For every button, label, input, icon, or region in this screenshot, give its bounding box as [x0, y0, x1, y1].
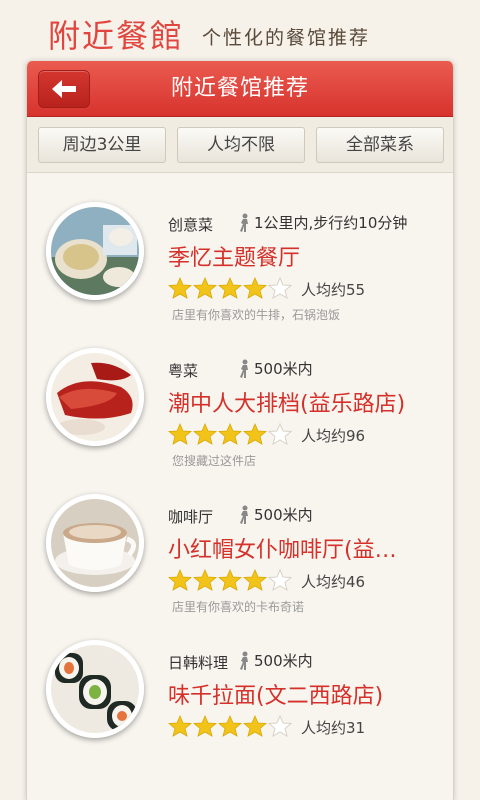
banner-subtitle: 个性化的餐馆推荐 — [202, 27, 371, 49]
restaurant-category: 咖啡厅 — [168, 508, 214, 526]
restaurant-thumbnail — [46, 494, 144, 592]
star-filled-icon — [218, 715, 242, 737]
restaurant-distance: 500米内 — [237, 504, 313, 525]
average-price: 人均约31 — [301, 719, 366, 737]
star-filled-icon — [193, 277, 217, 299]
star-filled-icon — [168, 715, 192, 737]
star-filled-icon — [168, 569, 192, 591]
star-filled-icon — [243, 569, 267, 591]
walking-icon — [240, 651, 248, 670]
restaurant-distance: 500米内 — [237, 650, 313, 671]
restaurant-category: 创意菜 — [168, 216, 214, 234]
star-empty-icon — [268, 569, 292, 591]
star-filled-icon — [168, 277, 192, 299]
page-title: 附近餐馆推荐 — [170, 76, 309, 101]
star-filled-icon — [168, 423, 192, 445]
star-filled-icon — [193, 423, 217, 445]
restaurant-name[interactable]: 小红帽女仆咖啡厅(益… — [168, 532, 397, 564]
average-price: 人均约46 — [301, 573, 366, 591]
rating-stars — [168, 569, 293, 591]
title-bar: 附近餐馆推荐 — [27, 61, 453, 117]
walking-icon — [240, 359, 248, 378]
star-filled-icon — [218, 277, 242, 299]
rating-stars — [168, 277, 293, 299]
filter-price-button[interactable]: 人均不限 — [177, 127, 305, 163]
restaurant-category: 粤菜 — [168, 362, 199, 380]
restaurant-name[interactable]: 味千拉面(文二西路店) — [168, 678, 383, 710]
restaurant-thumbnail — [46, 348, 144, 446]
star-filled-icon — [243, 715, 267, 737]
distance-text: 500米内 — [254, 506, 313, 524]
walking-icon — [240, 213, 248, 232]
restaurant-thumbnail — [46, 202, 144, 300]
restaurant-item[interactable]: 日韩料理 500米内 味千拉面(文二西路店) 人均约31 — [27, 612, 453, 758]
restaurant-item[interactable]: 创意菜 1公里内,步行约10分钟 季忆主题餐厅 人均约55 店里有你喜欢的牛排，… — [27, 174, 453, 322]
star-empty-icon — [268, 423, 292, 445]
rating-stars — [168, 715, 293, 737]
phone-screen: 附近餐馆推荐 周边3公里 人均不限 全部菜系 创意菜 1公里内,步行约10分钟 … — [26, 61, 454, 800]
filter-cuisine-button[interactable]: 全部菜系 — [316, 127, 444, 163]
restaurant-distance: 500米内 — [237, 358, 313, 379]
distance-text: 500米内 — [254, 652, 313, 670]
average-price: 人均约96 — [301, 427, 366, 445]
distance-text: 500米内 — [254, 360, 313, 378]
filter-distance-button[interactable]: 周边3公里 — [38, 127, 166, 163]
restaurant-item[interactable]: 咖啡厅 500米内 小红帽女仆咖啡厅(益… 人均约46 店里有你喜欢的卡布奇诺 — [27, 466, 453, 614]
restaurant-category: 日韩料理 — [168, 654, 229, 672]
filter-bar: 周边3公里 人均不限 全部菜系 — [27, 117, 453, 173]
walking-icon — [240, 505, 248, 524]
star-empty-icon — [268, 277, 292, 299]
restaurant-name[interactable]: 潮中人大排档(益乐路店) — [168, 386, 405, 418]
star-empty-icon — [268, 715, 292, 737]
star-filled-icon — [218, 569, 242, 591]
app-banner: 附近餐館 个性化的餐馆推荐 — [0, 0, 480, 58]
star-filled-icon — [243, 277, 267, 299]
distance-text: 1公里内,步行约10分钟 — [254, 214, 408, 232]
star-filled-icon — [243, 423, 267, 445]
banner-title: 附近餐館 — [48, 17, 185, 55]
star-filled-icon — [218, 423, 242, 445]
restaurant-distance: 1公里内,步行约10分钟 — [237, 212, 407, 233]
arrow-left-icon — [52, 80, 76, 98]
back-button[interactable] — [38, 70, 90, 108]
star-filled-icon — [193, 569, 217, 591]
restaurant-name[interactable]: 季忆主题餐厅 — [168, 240, 300, 272]
average-price: 人均约55 — [301, 281, 366, 299]
star-filled-icon — [193, 715, 217, 737]
restaurant-thumbnail — [46, 640, 144, 738]
rating-stars — [168, 423, 293, 445]
restaurant-item[interactable]: 粤菜 500米内 潮中人大排档(益乐路店) 人均约96 您搜藏过这件店 — [27, 320, 453, 468]
